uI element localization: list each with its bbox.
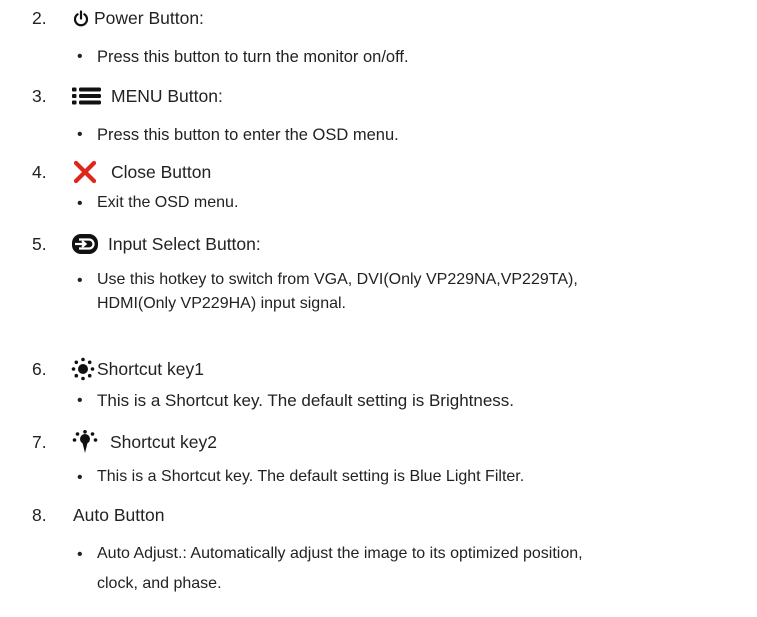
item-description-line-2: HDMI(Only VP229HA) input signal. [97, 295, 346, 312]
list-item-shortcut-key2: 7. Shortcut key2 • This is a Shortcut ke… [0, 428, 757, 486]
bullet-dot: • [77, 392, 83, 409]
list-item-close: 4. Close Button • Exit the OSD menu. [0, 158, 757, 212]
bullet-dot: • [77, 48, 83, 65]
power-icon [73, 4, 89, 32]
item-number: 8. [32, 505, 47, 525]
list-item-auto: 8. Auto Button • Auto Adjust.: Automatic… [0, 501, 757, 592]
item-title: MENU Button: [111, 86, 223, 106]
item-description: This is a Shortcut key. The default sett… [97, 391, 515, 410]
item-number: 3. [32, 86, 47, 106]
item-title: Auto Button [73, 505, 165, 525]
item-number: 6. [32, 359, 47, 379]
item-number: 4. [32, 162, 47, 182]
bullet-dot: • [77, 546, 83, 563]
bullet-dot: • [77, 469, 83, 486]
item-title: Close Button [111, 162, 212, 182]
item-title: Input Select Button: [108, 234, 261, 254]
item-description-line-2: clock, and phase. [97, 575, 222, 592]
item-number: 5. [32, 234, 47, 254]
input-select-icon [72, 230, 98, 258]
close-icon [73, 158, 97, 186]
item-title: Shortcut key1 [97, 359, 204, 379]
list-item-shortcut-key1: 6. Shortcut key1 • This is a Shortcut ke… [0, 355, 757, 410]
item-title: Shortcut key2 [110, 432, 217, 452]
list-item-menu: 3. MENU Button: • Press this button to e… [0, 82, 757, 144]
item-number: 2. [32, 8, 47, 28]
item-description-line-1: Auto Adjust.: Automatically adjust the i… [97, 545, 583, 562]
item-description-line-1: Use this hotkey to switch from VGA, DVI(… [97, 271, 578, 288]
list-item-power: 2. Power Button: • Press this button to … [0, 4, 757, 66]
item-description: This is a Shortcut key. The default sett… [97, 468, 525, 485]
item-description: Press this button to enter the OSD menu. [97, 126, 399, 144]
bullet-dot: • [77, 126, 83, 143]
menu-icon [72, 82, 102, 110]
item-description: Press this button to turn the monitor on… [97, 48, 409, 66]
item-title: Power Button: [94, 8, 204, 28]
bullet-dot: • [77, 195, 83, 212]
item-number: 7. [32, 432, 47, 452]
item-description: Exit the OSD menu. [97, 194, 239, 211]
list-item-input-select: 5. Input Select Button: • Use this hotke… [0, 230, 757, 312]
blue-light-icon [72, 428, 98, 456]
bullet-dot: • [77, 272, 83, 289]
brightness-icon [71, 355, 95, 383]
